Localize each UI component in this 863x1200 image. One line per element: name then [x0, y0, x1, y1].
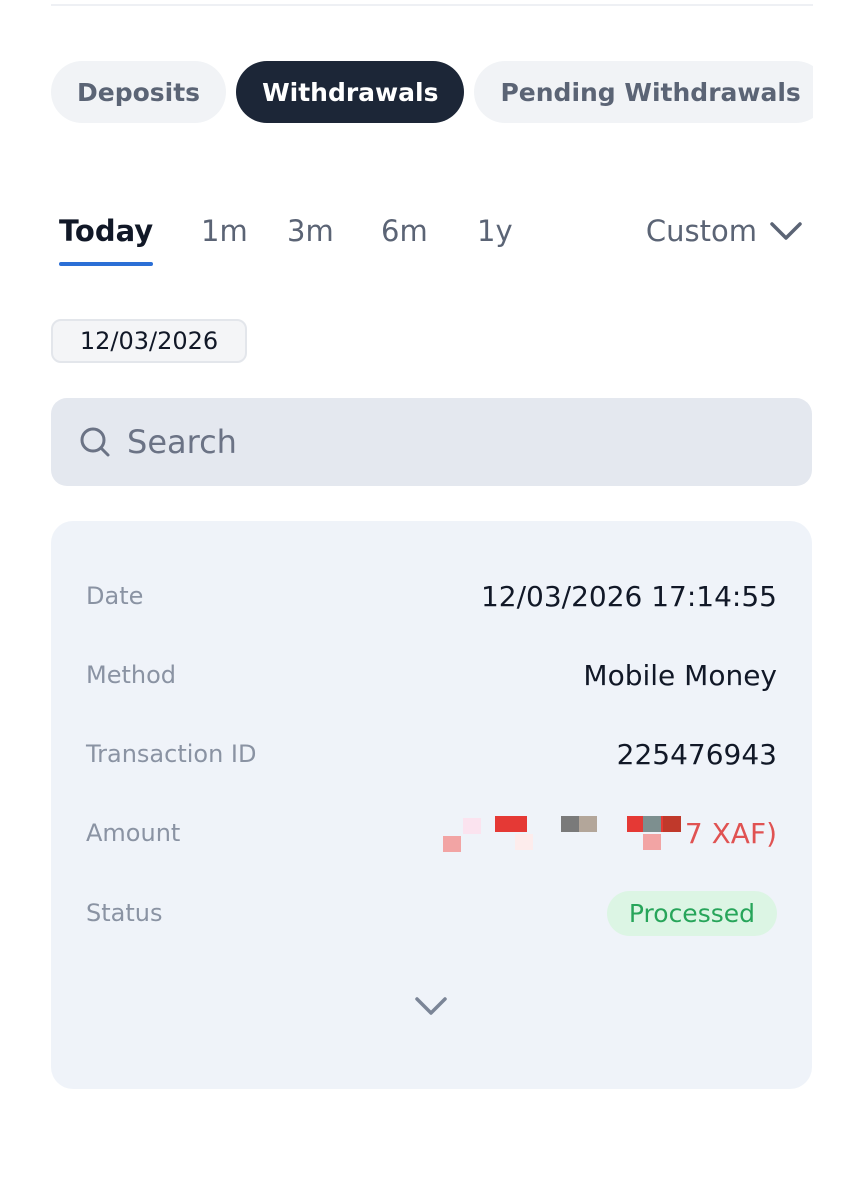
amount-visible-text: 7 XAF) [684, 816, 777, 850]
date-filter-chip[interactable]: 12/03/2026 [51, 319, 247, 363]
method-label: Method [86, 661, 177, 689]
custom-label: Custom [645, 214, 757, 248]
expand-details-button[interactable] [413, 991, 449, 1021]
tab-withdrawals[interactable]: Withdrawals [236, 61, 465, 123]
top-divider [51, 0, 813, 6]
date-label: Date [86, 582, 144, 610]
transaction-type-tabs: Deposits Withdrawals Pending Withdrawals [51, 61, 813, 123]
amount-value: 7 XAF) [431, 816, 777, 852]
row-status: Status Processed [86, 890, 777, 936]
period-1y[interactable]: 1y [477, 206, 513, 266]
method-value: Mobile Money [583, 658, 777, 692]
period-1m[interactable]: 1m [201, 206, 248, 266]
tab-deposits[interactable]: Deposits [51, 61, 227, 123]
period-filter: Today 1m 3m 6m 1y Custom [51, 206, 811, 266]
chevron-down-icon [770, 222, 802, 240]
chevron-down-icon [415, 997, 447, 1015]
date-value: 12/03/2026 17:14:55 [480, 579, 777, 613]
search-input[interactable] [127, 423, 767, 461]
period-custom-dropdown[interactable]: Custom [646, 206, 803, 256]
amount-label: Amount [86, 819, 181, 847]
transaction-card: Date 12/03/2026 17:14:55 Method Mobile M… [51, 521, 812, 1089]
tab-pending-withdrawals[interactable]: Pending Withdrawals [474, 61, 813, 123]
period-6m[interactable]: 6m [381, 206, 428, 266]
transaction-id-label: Transaction ID [86, 740, 257, 768]
row-method: Method Mobile Money [86, 655, 777, 695]
period-today[interactable]: Today [59, 206, 154, 266]
row-amount: Amount 7 XAF) [86, 813, 777, 853]
search-bar[interactable] [51, 398, 812, 486]
transaction-id-value: 225476943 [616, 737, 777, 771]
redacted-amount [431, 816, 681, 852]
status-badge: Processed [606, 890, 777, 936]
status-label: Status [86, 899, 163, 927]
search-icon [80, 427, 110, 457]
row-transaction-id: Transaction ID 225476943 [86, 734, 777, 774]
row-date: Date 12/03/2026 17:14:55 [86, 576, 777, 616]
period-3m[interactable]: 3m [287, 206, 334, 266]
